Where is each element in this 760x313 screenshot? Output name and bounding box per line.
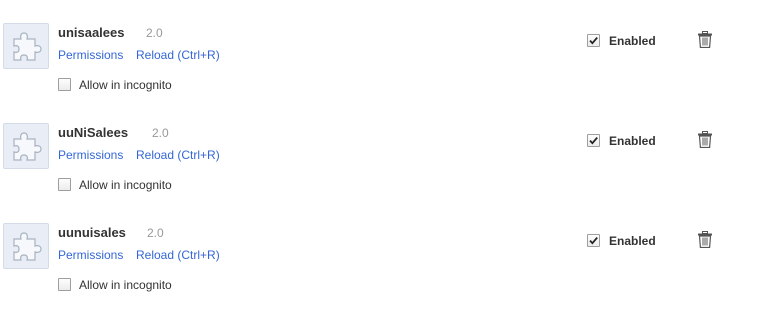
enabled-checkbox[interactable] [587,234,600,247]
enabled-checkbox[interactable] [587,34,600,47]
enabled-label: Enabled [609,134,656,148]
extension-icon-tile [3,223,49,269]
extension-name: uunuisales [58,225,126,240]
puzzle-piece-icon [13,232,42,261]
reload-link[interactable]: Reload (Ctrl+R) [136,148,220,162]
trash-icon[interactable] [697,31,713,48]
extension-version: 2.0 [146,26,163,40]
enabled-label: Enabled [609,234,656,248]
puzzle-piece-icon [13,132,42,161]
reload-link[interactable]: Reload (Ctrl+R) [136,248,220,262]
checkmark-icon [589,137,598,145]
checkmark-icon [589,237,598,245]
extension-icon-tile [3,23,49,69]
allow-incognito-checkbox[interactable] [58,78,71,91]
permissions-link[interactable]: Permissions [58,248,123,262]
allow-incognito-label: Allow in incognito [79,278,172,292]
allow-incognito-checkbox[interactable] [58,278,71,291]
extension-item: uuNiSalees 2.0 Permissions Reload (Ctrl+… [0,100,760,200]
permissions-link[interactable]: Permissions [58,148,123,162]
enabled-label: Enabled [609,34,656,48]
puzzle-piece-icon [13,32,42,61]
allow-incognito-label: Allow in incognito [79,78,172,92]
trash-icon[interactable] [697,231,713,248]
allow-incognito-checkbox[interactable] [58,178,71,191]
reload-link[interactable]: Reload (Ctrl+R) [136,48,220,62]
permissions-link[interactable]: Permissions [58,48,123,62]
extensions-list: unisaalees 2.0 Permissions Reload (Ctrl+… [0,0,760,313]
allow-incognito-label: Allow in incognito [79,178,172,192]
extension-icon-tile [3,123,49,169]
enabled-checkbox[interactable] [587,134,600,147]
extension-name: uuNiSalees [58,125,129,140]
extension-item: uunuisales 2.0 Permissions Reload (Ctrl+… [0,200,760,300]
extension-version: 2.0 [152,126,169,140]
extension-name: unisaalees [58,25,125,40]
extension-version: 2.0 [147,226,164,240]
checkmark-icon [589,37,598,45]
extension-item: unisaalees 2.0 Permissions Reload (Ctrl+… [0,0,760,100]
trash-icon[interactable] [697,131,713,148]
